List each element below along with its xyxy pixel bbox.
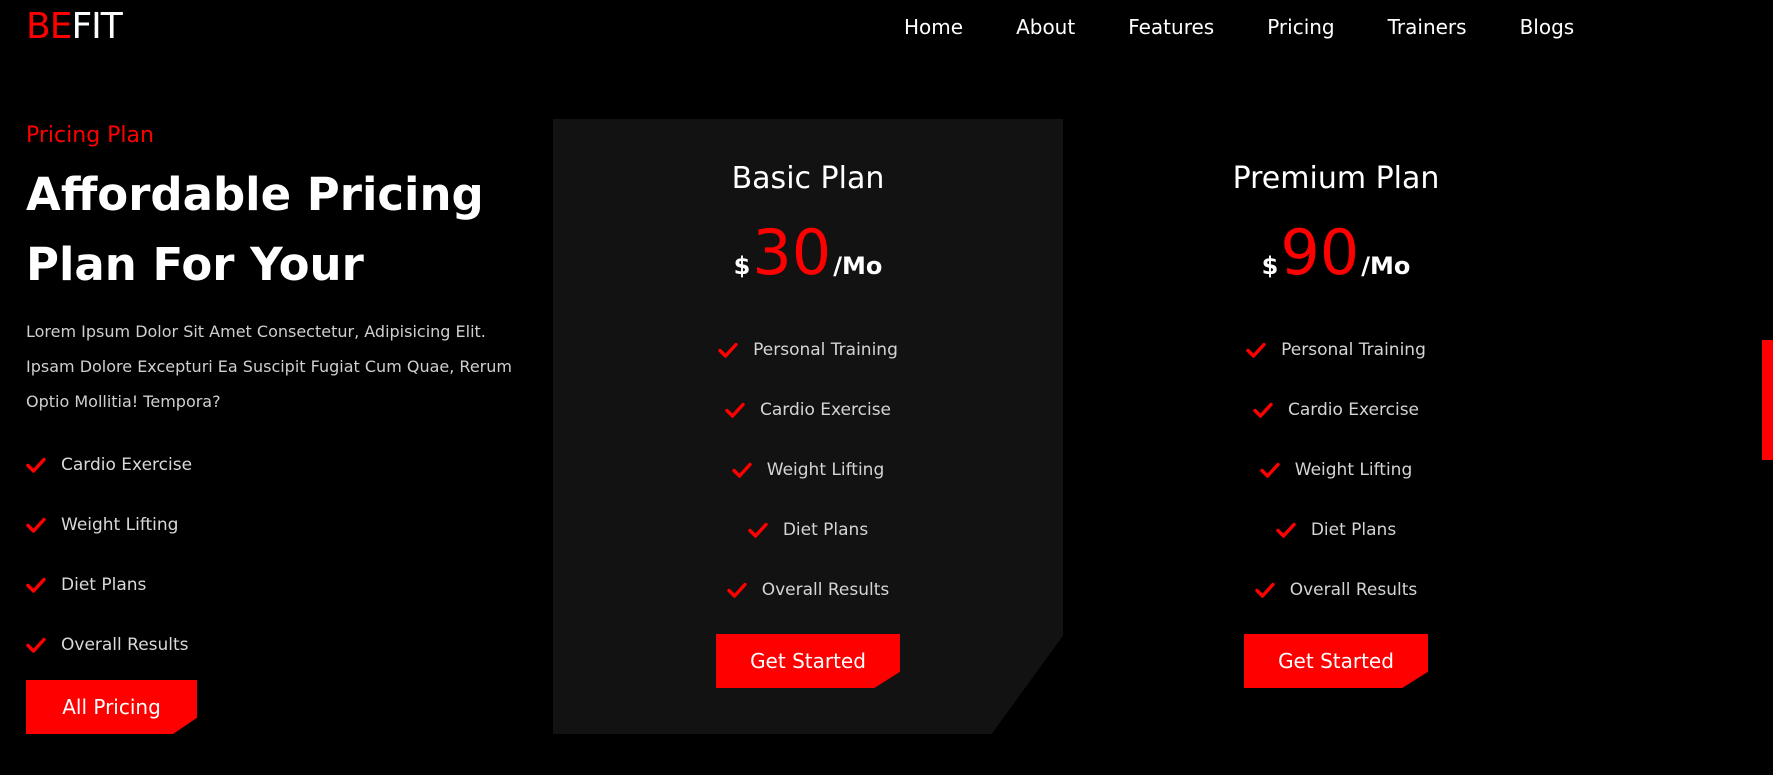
section-headline: Affordable Pricing Plan For Your [26, 168, 484, 291]
side-tab[interactable] [1762, 340, 1773, 460]
feature-label: Overall Results [1289, 580, 1418, 600]
list-item: Cardio Exercise [1081, 380, 1591, 440]
check-icon [732, 462, 752, 478]
list-item: Weight Lifting [26, 495, 546, 555]
pricing-intro: Pricing Plan Affordable Pricing Plan For… [26, 120, 546, 675]
plan-feature-list: Personal Training Cardio Exercise Weight… [553, 320, 1063, 620]
check-icon [1255, 582, 1275, 598]
check-icon [26, 637, 46, 653]
premium-get-started-button[interactable]: Get Started [1244, 634, 1428, 688]
price-amount: 90 [1280, 216, 1360, 289]
price-amount: 30 [752, 216, 832, 289]
nav-features[interactable]: Features [1128, 13, 1214, 41]
price-period: /Mo [833, 252, 883, 280]
feature-label: Diet Plans [61, 575, 147, 595]
check-icon [725, 402, 745, 418]
check-icon [26, 517, 46, 533]
premium-plan-card: Premium Plan $ 90 /Mo Personal Training … [1081, 119, 1591, 734]
feature-label: Cardio Exercise [759, 400, 892, 420]
list-item: Personal Training [1081, 320, 1591, 380]
list-item: Diet Plans [1081, 500, 1591, 560]
plan-price: $ 30 /Mo [553, 222, 1063, 292]
feature-label: Weight Lifting [61, 515, 179, 535]
plan-feature-list: Personal Training Cardio Exercise Weight… [1081, 320, 1591, 620]
brand-logo-fit: FIT [71, 6, 122, 47]
check-icon [727, 582, 747, 598]
feature-label: Diet Plans [782, 520, 869, 540]
nav-trainers[interactable]: Trainers [1388, 13, 1467, 41]
feature-label: Diet Plans [1310, 520, 1397, 540]
brand-logo-be: BE [26, 6, 72, 47]
main-nav: Home About Features Pricing Trainers Blo… [904, 13, 1574, 41]
feature-label: Cardio Exercise [1287, 400, 1420, 420]
list-item: Overall Results [26, 615, 546, 675]
list-item: Weight Lifting [553, 440, 1063, 500]
brand-logo[interactable]: BEFIT [26, 6, 123, 48]
feature-label: Personal Training [753, 340, 898, 360]
feature-label: Cardio Exercise [61, 455, 193, 475]
nav-about[interactable]: About [1016, 13, 1075, 41]
basic-plan-card: Basic Plan $ 30 /Mo Personal Training Ca… [553, 119, 1063, 734]
price-currency: $ [733, 252, 751, 280]
feature-label: Personal Training [1281, 340, 1426, 360]
check-icon [748, 522, 768, 538]
list-item: Personal Training [553, 320, 1063, 380]
list-item: Diet Plans [553, 500, 1063, 560]
list-item: Overall Results [553, 560, 1063, 620]
check-icon [1260, 462, 1280, 478]
plan-price: $ 90 /Mo [1081, 222, 1591, 292]
nav-blogs[interactable]: Blogs [1520, 13, 1575, 41]
feature-label: Overall Results [61, 635, 189, 655]
feature-label: Overall Results [761, 580, 890, 600]
all-pricing-button[interactable]: All Pricing [26, 680, 197, 734]
check-icon [26, 577, 46, 593]
intro-feature-list: Cardio Exercise Weight Lifting Diet Plan… [26, 435, 546, 675]
list-item: Diet Plans [26, 555, 546, 615]
list-item: Overall Results [1081, 560, 1591, 620]
price-period: /Mo [1361, 252, 1411, 280]
check-icon [1246, 342, 1266, 358]
check-icon [1276, 522, 1296, 538]
feature-label: Weight Lifting [1294, 460, 1413, 480]
section-eyebrow: Pricing Plan [26, 123, 154, 148]
plan-title: Basic Plan [731, 161, 885, 196]
check-icon [26, 457, 46, 473]
nav-pricing[interactable]: Pricing [1267, 13, 1334, 41]
list-item: Cardio Exercise [553, 380, 1063, 440]
plan-title: Premium Plan [1232, 161, 1440, 196]
list-item: Weight Lifting [1081, 440, 1591, 500]
feature-label: Weight Lifting [766, 460, 885, 480]
list-item: Cardio Exercise [26, 435, 546, 495]
nav-home[interactable]: Home [904, 13, 963, 41]
section-description: Lorem Ipsum Dolor Sit Amet Consectetur, … [26, 322, 512, 411]
check-icon [1253, 402, 1273, 418]
check-icon [718, 342, 738, 358]
basic-get-started-button[interactable]: Get Started [716, 634, 900, 688]
price-currency: $ [1261, 252, 1279, 280]
